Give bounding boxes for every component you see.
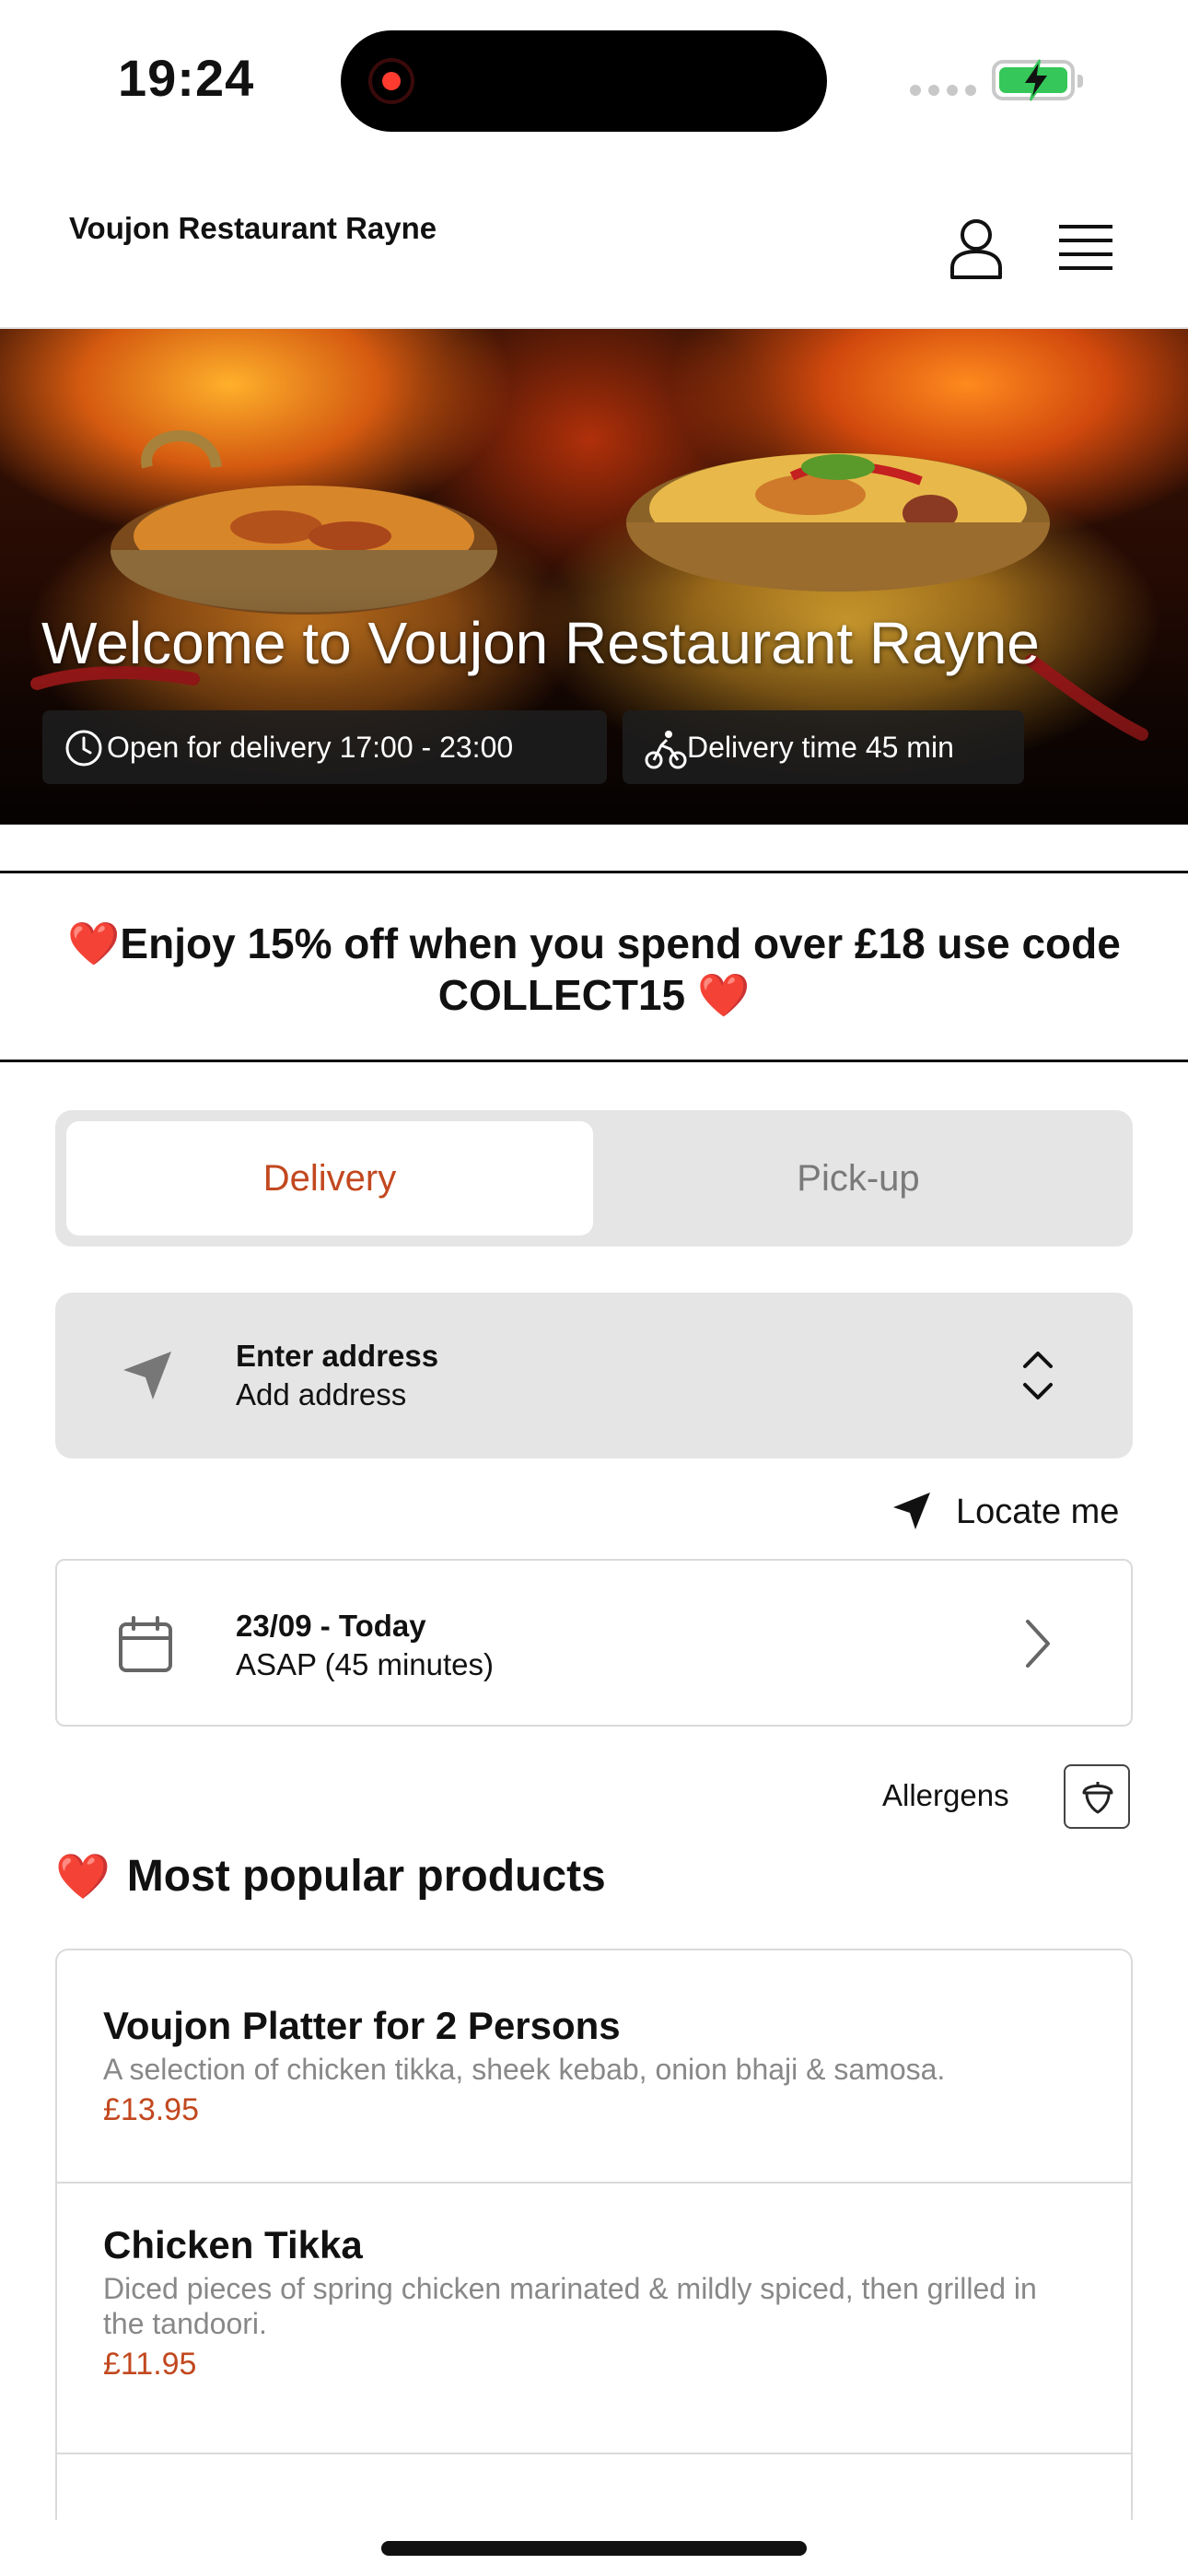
delivery-time-selector[interactable]: 23/09 - Today ASAP (45 minutes) — [55, 1559, 1133, 1727]
home-indicator[interactable] — [381, 2541, 807, 2556]
promo-text: Enjoy 15% off when you spend over £18 us… — [120, 919, 1121, 1019]
product-name: Chicken Tikka — [103, 2223, 363, 2266]
locate-me-label: Locate me — [956, 1493, 1120, 1531]
bicycle-courier-icon — [645, 731, 687, 769]
product-list: Voujon Platter for 2 Persons A selection… — [55, 1949, 1133, 2520]
hero-banner: Welcome to Voujon Restaurant Rayne Open … — [0, 329, 1188, 825]
heart-emoji-icon: ❤️ — [67, 919, 121, 967]
hero-title: Welcome to Voujon Restaurant Rayne — [41, 610, 1040, 676]
allergens-label: Allergens — [882, 1778, 1009, 1812]
chevron-up-down-icon — [1023, 1352, 1053, 1399]
product-description: A selection of chicken tikka, sheek keba… — [103, 2053, 946, 2086]
popular-products-title: Most popular products — [126, 1852, 606, 1901]
delivery-time-text: Delivery time 45 min — [687, 730, 954, 764]
battery-charging-icon — [992, 59, 1083, 101]
product-price: £11.95 — [103, 2347, 197, 2382]
user-icon — [950, 219, 1002, 279]
app-header: Voujon Restaurant Rayne — [0, 166, 1188, 329]
schedule-date: 23/09 - Today — [236, 1609, 426, 1643]
promo-banner: ❤️Enjoy 15% off when you spend over £18 … — [0, 871, 1188, 1062]
product-name: Voujon Platter for 2 Persons — [103, 2004, 621, 2047]
opening-hours-text: Open for delivery 17:00 - 23:00 — [107, 730, 514, 764]
restaurant-name[interactable]: Voujon Restaurant Rayne — [69, 210, 437, 247]
schedule-time: ASAP (45 minutes) — [236, 1647, 495, 1681]
popular-products-heading: ❤️ Most popular products — [55, 1850, 606, 1903]
delivery-tab[interactable]: Delivery — [66, 1121, 593, 1235]
delivery-time-badge: Delivery time 45 min — [623, 710, 1024, 784]
product-card[interactable]: Chicken Tikka Diced pieces of spring chi… — [57, 2184, 1131, 2454]
status-bar: 19:24 — [0, 0, 1188, 166]
dynamic-island — [341, 30, 827, 132]
chevron-right-icon — [1026, 1620, 1050, 1668]
screen-recording-icon — [368, 58, 414, 104]
allergens-button[interactable] — [1064, 1764, 1130, 1829]
address-selector[interactable]: Enter address Add address — [55, 1293, 1133, 1458]
locate-me-button[interactable]: Locate me — [884, 1485, 1133, 1537]
heart-emoji-icon: ❤️ — [696, 971, 751, 1019]
order-type-toggle: Delivery Pick-up — [55, 1110, 1133, 1247]
cellular-signal-icon — [910, 85, 976, 96]
opening-hours-badge: Open for delivery 17:00 - 23:00 — [42, 710, 607, 784]
menu-button[interactable] — [1057, 221, 1114, 273]
address-value: Add address — [236, 1377, 407, 1411]
calendar-icon — [119, 1616, 172, 1672]
product-description: Diced pieces of spring chicken marinated… — [103, 2272, 1037, 2340]
product-card[interactable]: Voujon Platter for 2 Persons A selection… — [57, 1950, 1131, 2184]
heart-emoji-icon: ❤️ — [55, 1853, 111, 1902]
pickup-tab[interactable]: Pick-up — [595, 1121, 1122, 1235]
clock-icon — [65, 730, 102, 767]
location-arrow-icon — [893, 1493, 930, 1529]
address-label: Enter address — [236, 1339, 439, 1373]
product-price: £13.95 — [103, 2092, 199, 2127]
acorn-allergen-icon — [1082, 1782, 1113, 1814]
hamburger-menu-icon — [1059, 225, 1112, 270]
status-time: 19:24 — [118, 49, 255, 107]
navigation-arrow-icon — [123, 1352, 171, 1399]
account-button[interactable] — [947, 217, 1006, 281]
